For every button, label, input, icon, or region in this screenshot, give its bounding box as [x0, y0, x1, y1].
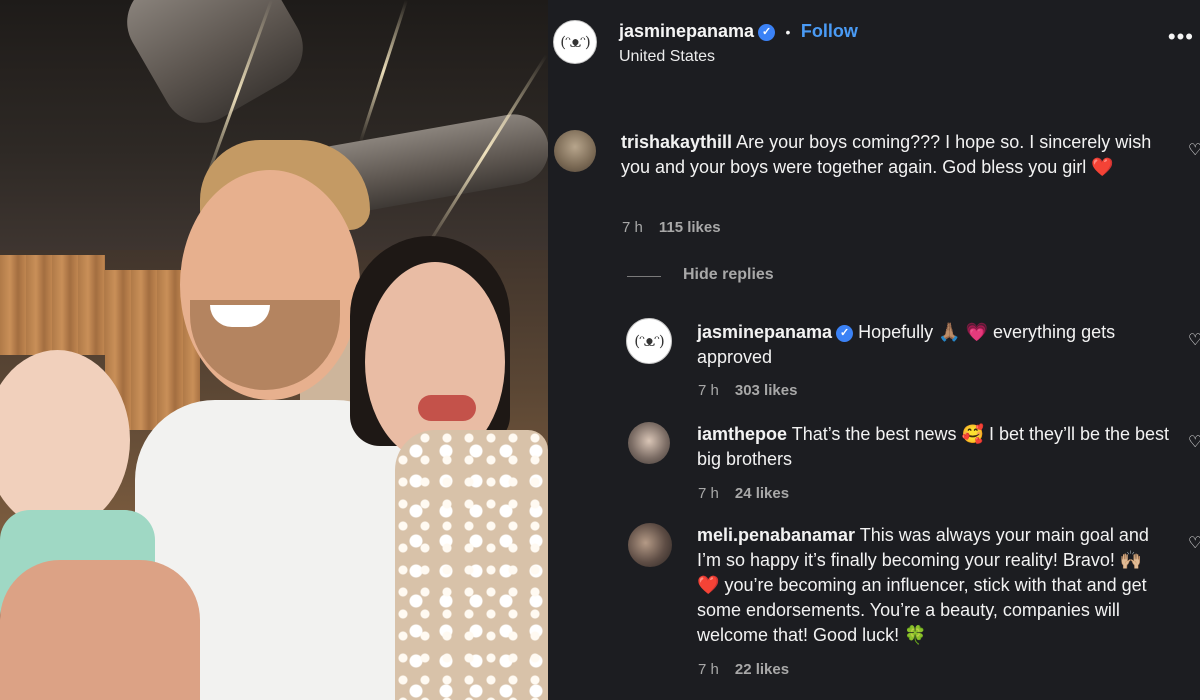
location-link[interactable]: United States — [619, 48, 715, 66]
reply-item: meli.penabanamar This was always your ma… — [548, 521, 1200, 686]
hide-replies-button[interactable]: Hide replies — [683, 266, 774, 284]
like-heart-icon[interactable]: ♡ — [1188, 143, 1200, 159]
reply-avatar[interactable]: (ᵔᴥᵔ) — [626, 318, 672, 364]
verified-icon: ✓ — [836, 324, 854, 342]
reply-username[interactable]: meli.penabanamar — [697, 525, 855, 545]
heart-emoji: ❤️ — [1091, 157, 1114, 177]
heart-emoji: 💗 — [965, 322, 988, 342]
commenter-avatar[interactable] — [554, 130, 596, 172]
comments-panel: (ᵔᴥᵔ) jasminepanama ✓ • Follow United Sta… — [548, 0, 1200, 700]
praying-hands-emoji: 🙏🏽 — [938, 322, 961, 342]
reply-text: meli.penabanamar This was always your ma… — [697, 523, 1152, 648]
header-username[interactable]: jasminepanama — [619, 21, 754, 41]
reply-meta: 7 h 24 likes — [698, 485, 805, 502]
comment-text: trishakaythill Are your boys coming??? I… — [621, 130, 1181, 180]
follow-button[interactable]: Follow — [801, 21, 858, 41]
reply-time: 7 h — [698, 485, 719, 502]
smiling-hearts-emoji: 🥰 — [961, 424, 984, 444]
account-avatar[interactable]: (ᵔᴥᵔ) — [553, 20, 597, 64]
reply-username[interactable]: jasminepanama — [697, 322, 832, 342]
like-heart-icon[interactable]: ♡ — [1188, 333, 1200, 349]
reply-meta: 7 h 22 likes — [698, 661, 805, 678]
reply-likes[interactable]: 22 likes — [735, 661, 789, 678]
reply-meta: 7 h 303 likes — [698, 382, 813, 399]
reply-body: Hopefully — [858, 322, 934, 342]
reply-body: That’s the best news — [791, 424, 957, 444]
reply-avatar[interactable] — [628, 422, 670, 464]
more-options-icon[interactable]: ••• — [1168, 24, 1194, 50]
comment-time: 7 h — [622, 219, 643, 236]
reply-avatar[interactable] — [628, 523, 672, 567]
avatar-logo-text: (ᵔᴥᵔ) — [560, 33, 590, 51]
reply-item: (ᵔᴥᵔ) jasminepanama ✓ Hopefully 🙏🏽 💗 ever… — [548, 318, 1200, 408]
verified-icon: ✓ — [758, 24, 776, 42]
post-photo — [0, 0, 548, 700]
comment-item: trishakaythill Are your boys coming??? I… — [548, 128, 1200, 238]
clover-emoji: 🍀 — [904, 625, 927, 645]
comment-username[interactable]: trishakaythill — [621, 132, 732, 152]
woman-lips — [418, 395, 476, 421]
header-title-row: jasminepanama ✓ • Follow — [619, 21, 858, 42]
man-arm — [0, 560, 200, 700]
hide-replies-line — [627, 276, 661, 277]
reply-likes[interactable]: 24 likes — [735, 485, 789, 502]
pearl-dress — [395, 430, 548, 700]
heart-emoji: ❤️ — [697, 575, 720, 595]
reply-text: jasminepanama ✓ Hopefully 🙏🏽 💗 everything… — [697, 320, 1167, 370]
like-heart-icon[interactable]: ♡ — [1188, 435, 1200, 451]
like-heart-icon[interactable]: ♡ — [1188, 536, 1200, 552]
post-header: (ᵔᴥᵔ) jasminepanama ✓ • Follow United Sta… — [548, 0, 1200, 86]
reply-item: iamthepoe That’s the best news 🥰 I bet t… — [548, 420, 1200, 510]
comment-meta: 7 h 115 likes — [622, 219, 737, 236]
reply-time: 7 h — [698, 382, 719, 399]
reply-text: iamthepoe That’s the best news 🥰 I bet t… — [697, 422, 1172, 472]
comment-likes[interactable]: 115 likes — [659, 219, 721, 236]
avatar-logo-text: (ᵔᴥᵔ) — [634, 332, 664, 350]
wood-wall — [0, 255, 105, 355]
header-separator: • — [785, 24, 791, 40]
raised-hands-emoji: 🙌🏼 — [1119, 550, 1143, 570]
reply-time: 7 h — [698, 661, 719, 678]
reply-likes[interactable]: 303 likes — [735, 382, 798, 399]
reply-username[interactable]: iamthepoe — [697, 424, 787, 444]
